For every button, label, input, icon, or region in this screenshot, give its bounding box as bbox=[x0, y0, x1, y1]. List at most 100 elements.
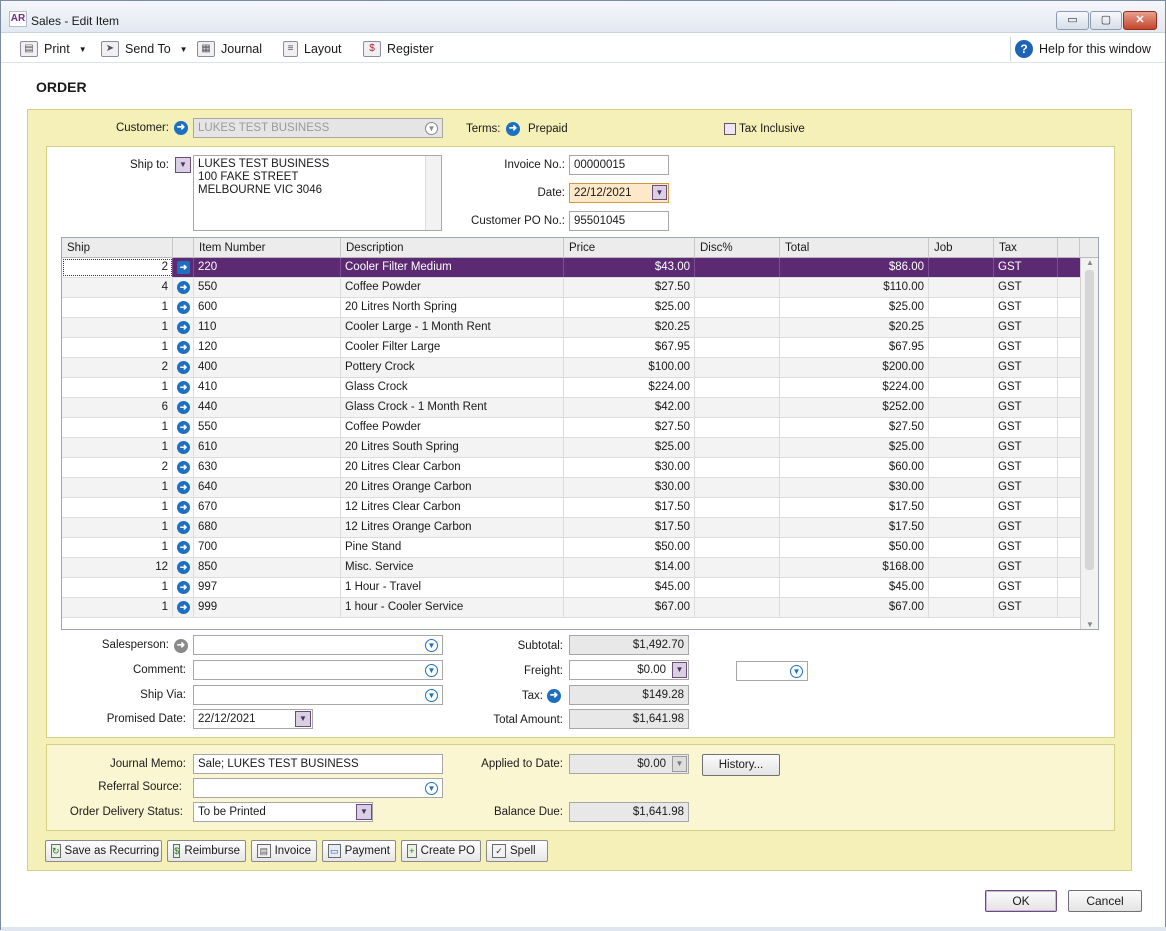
header-disc[interactable]: Disc% bbox=[695, 238, 780, 258]
cell-tax[interactable]: GST bbox=[994, 278, 1058, 297]
calendar-dropdown-icon[interactable]: ▼ bbox=[295, 711, 311, 727]
layout-button[interactable]: ≡ Layout bbox=[283, 39, 342, 59]
item-link-arrow-icon[interactable]: ➜ bbox=[177, 421, 190, 434]
table-row[interactable]: 2 630 20 Litres Clear Carbon $30.00 $60.00 GS… bbox=[62, 458, 1080, 478]
cell-description[interactable]: 1 Hour - Travel bbox=[341, 578, 564, 597]
ship-to-address[interactable]: LUKES TEST BUSINESS 100 FAKE STREET MELB… bbox=[193, 155, 442, 231]
cell-disc[interactable] bbox=[695, 398, 780, 417]
cell-tax[interactable]: GST bbox=[994, 418, 1058, 437]
cell-job[interactable] bbox=[929, 478, 994, 497]
empty-entry-row[interactable] bbox=[62, 618, 1080, 629]
header-description[interactable]: Description bbox=[341, 238, 564, 258]
cell-ship[interactable]: 1 bbox=[62, 498, 173, 517]
cell-description[interactable]: Coffee Powder bbox=[341, 418, 564, 437]
cell-price[interactable]: $25.00 bbox=[564, 298, 695, 317]
table-row[interactable]: 6 440 Glass Crock - 1 Month Rent $42.00 $252… bbox=[62, 398, 1080, 418]
cell-tax[interactable]: GST bbox=[994, 458, 1058, 477]
cell-disc[interactable] bbox=[695, 458, 780, 477]
cell-price[interactable]: $20.25 bbox=[564, 318, 695, 337]
create-po-button[interactable]: + Create PO bbox=[401, 840, 481, 862]
referral-source-field[interactable] bbox=[193, 778, 443, 798]
cell-item-number[interactable]: 220 bbox=[194, 258, 341, 277]
header-ship[interactable]: Ship bbox=[62, 238, 173, 258]
tax-arrow-icon[interactable]: ➜ bbox=[547, 689, 561, 703]
cell-description[interactable]: Coffee Powder bbox=[341, 278, 564, 297]
cell-price[interactable]: $14.00 bbox=[564, 558, 695, 577]
cell-description[interactable]: 20 Litres Clear Carbon bbox=[341, 458, 564, 477]
cell-job[interactable] bbox=[929, 498, 994, 517]
ship-to-dropdown-icon[interactable]: ▼ bbox=[175, 157, 191, 173]
cell-description[interactable]: Cooler Filter Medium bbox=[341, 258, 564, 277]
cell-description[interactable]: Glass Crock bbox=[341, 378, 564, 397]
cancel-button[interactable]: Cancel bbox=[1068, 890, 1142, 912]
cell-job[interactable] bbox=[929, 258, 994, 277]
table-row[interactable]: 1 110 Cooler Large - 1 Month Rent $20.25 $20… bbox=[62, 318, 1080, 338]
cell-tax[interactable]: GST bbox=[994, 258, 1058, 277]
chevron-down-icon[interactable]: ▼ bbox=[425, 664, 438, 677]
cell-item-number[interactable]: 700 bbox=[194, 538, 341, 557]
cell-disc[interactable] bbox=[695, 578, 780, 597]
spell-button[interactable]: ✓ Spell bbox=[486, 840, 548, 862]
cell-total[interactable]: $50.00 bbox=[780, 538, 929, 557]
cell-price[interactable]: $43.00 bbox=[564, 258, 695, 277]
cell-disc[interactable] bbox=[695, 278, 780, 297]
cell-total[interactable]: $67.95 bbox=[780, 338, 929, 357]
cell-job[interactable] bbox=[929, 298, 994, 317]
cell-ship[interactable]: 2 bbox=[62, 258, 173, 277]
cell-total[interactable]: $17.50 bbox=[780, 498, 929, 517]
cell-total[interactable]: $168.00 bbox=[780, 558, 929, 577]
cell-description[interactable]: 20 Litres North Spring bbox=[341, 298, 564, 317]
cell-ship[interactable]: 12 bbox=[62, 558, 173, 577]
cell-price[interactable]: $17.50 bbox=[564, 498, 695, 517]
table-row[interactable]: 1 999 1 hour - Cooler Service $67.00 $67.00 G… bbox=[62, 598, 1080, 618]
customer-po-field[interactable]: 95501045 bbox=[569, 211, 669, 231]
table-row[interactable]: 1 997 1 Hour - Travel $45.00 $45.00 GST ➜ bbox=[62, 578, 1080, 598]
cell-job[interactable] bbox=[929, 278, 994, 297]
cell-job[interactable] bbox=[929, 358, 994, 377]
cell-description[interactable]: 1 hour - Cooler Service bbox=[341, 598, 564, 617]
cell-job[interactable] bbox=[929, 398, 994, 417]
cell-item-number[interactable]: 640 bbox=[194, 478, 341, 497]
cell-ship[interactable]: 1 bbox=[62, 438, 173, 457]
salesperson-field[interactable] bbox=[193, 635, 443, 655]
cell-description[interactable]: 12 Litres Orange Carbon bbox=[341, 518, 564, 537]
journal-memo-field[interactable]: Sale; LUKES TEST BUSINESS bbox=[193, 754, 443, 774]
minimize-button[interactable]: ▭ bbox=[1056, 11, 1089, 30]
cell-price[interactable]: $30.00 bbox=[564, 458, 695, 477]
cell-ship[interactable]: 6 bbox=[62, 398, 173, 417]
table-row[interactable]: 1 610 20 Litres South Spring $25.00 $25.00 GS… bbox=[62, 438, 1080, 458]
cell-total[interactable]: $224.00 bbox=[780, 378, 929, 397]
item-link-arrow-icon[interactable]: ➜ bbox=[177, 461, 190, 474]
cell-disc[interactable] bbox=[695, 358, 780, 377]
invoice-no-field[interactable]: 00000015 bbox=[569, 155, 669, 175]
cell-price[interactable]: $42.00 bbox=[564, 398, 695, 417]
cell-tax[interactable]: GST bbox=[994, 518, 1058, 537]
cell-price[interactable]: $17.50 bbox=[564, 518, 695, 537]
comment-field[interactable] bbox=[193, 660, 443, 680]
cell-ship[interactable]: 1 bbox=[62, 538, 173, 557]
table-row[interactable]: 1 670 12 Litres Clear Carbon $17.50 $17.50 GS… bbox=[62, 498, 1080, 518]
cell-item-number[interactable]: 550 bbox=[194, 278, 341, 297]
cell-ship[interactable]: 1 bbox=[62, 418, 173, 437]
cell-job[interactable] bbox=[929, 378, 994, 397]
freight-field[interactable]: $0.00 bbox=[569, 660, 689, 680]
register-button[interactable]: $ Register bbox=[363, 39, 434, 59]
freight-dropdown-icon[interactable]: ▼ bbox=[672, 662, 687, 678]
cell-ship[interactable]: 1 bbox=[62, 598, 173, 617]
ok-button[interactable]: OK bbox=[985, 890, 1057, 912]
cell-disc[interactable] bbox=[695, 598, 780, 617]
table-row[interactable]: 2 400 Pottery Crock $100.00 $200.00 GST ➜ bbox=[62, 358, 1080, 378]
cell-job[interactable] bbox=[929, 598, 994, 617]
reimburse-button[interactable]: $ Reimburse bbox=[167, 840, 246, 862]
cell-description[interactable]: Misc. Service bbox=[341, 558, 564, 577]
cell-total[interactable]: $25.00 bbox=[780, 298, 929, 317]
item-link-arrow-icon[interactable]: ➜ bbox=[177, 521, 190, 534]
help-button[interactable]: ? Help for this window bbox=[1015, 39, 1151, 59]
cell-item-number[interactable]: 440 bbox=[194, 398, 341, 417]
cell-total[interactable]: $67.00 bbox=[780, 598, 929, 617]
item-link-arrow-icon[interactable]: ➜ bbox=[177, 401, 190, 414]
cell-price[interactable]: $67.00 bbox=[564, 598, 695, 617]
cell-item-number[interactable]: 999 bbox=[194, 598, 341, 617]
cell-total[interactable]: $30.00 bbox=[780, 478, 929, 497]
cell-disc[interactable] bbox=[695, 478, 780, 497]
